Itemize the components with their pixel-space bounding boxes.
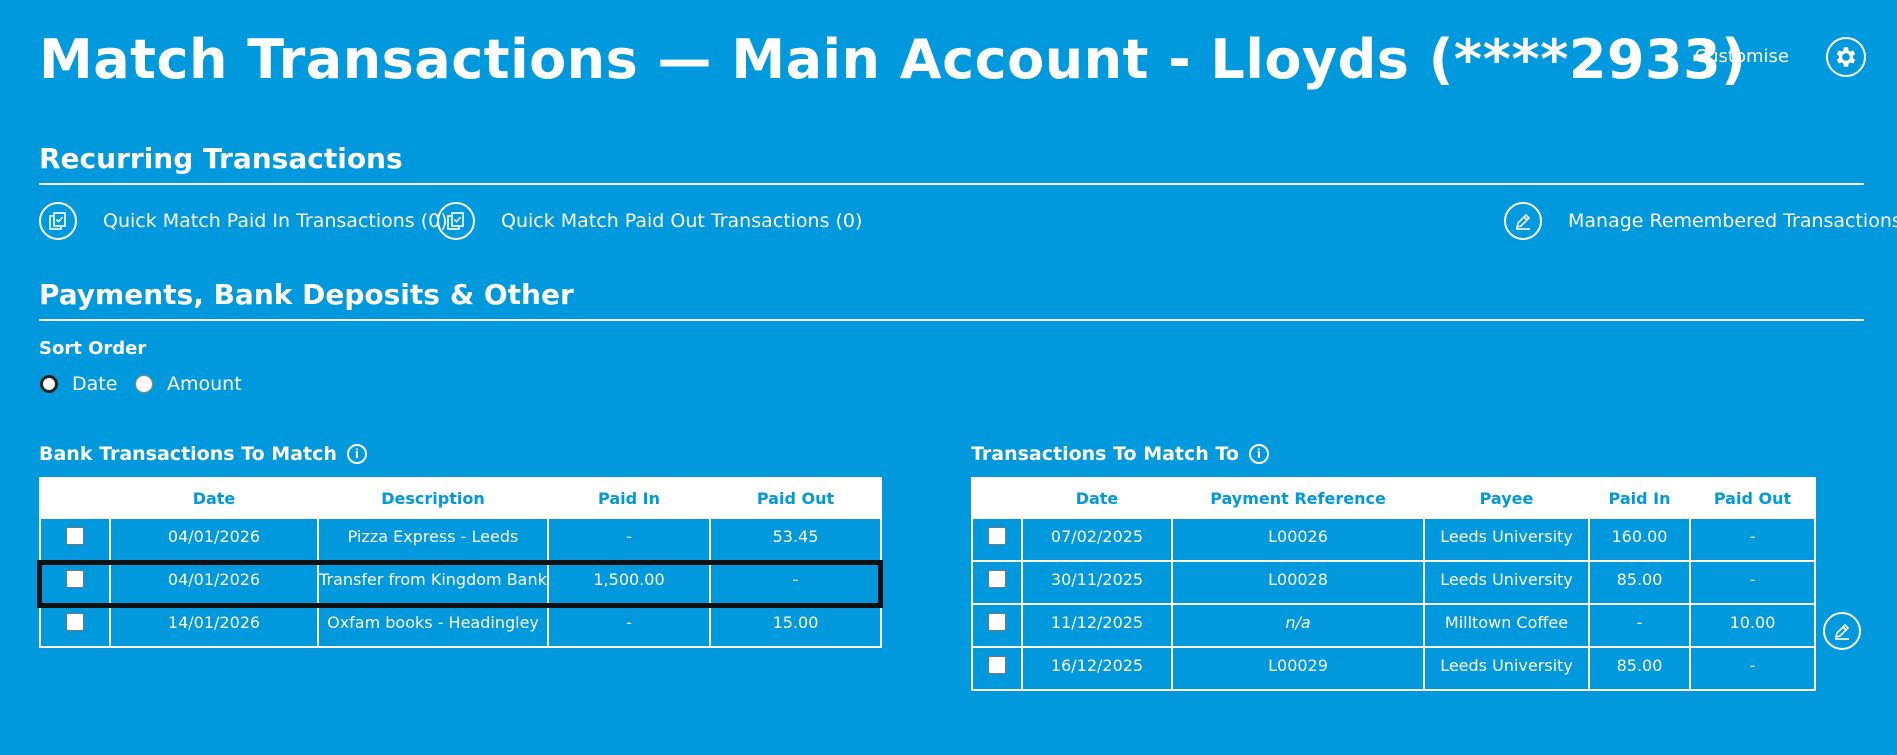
cell-paid-out: 10.00 (1689, 603, 1816, 648)
bank-table-title-text: Bank Transactions To Match (39, 443, 337, 465)
table-row[interactable]: 11/12/2025 n/a Milltown Coffee - 10.00 (971, 603, 1816, 648)
sort-amount-radio[interactable]: Amount (135, 373, 242, 395)
gear-icon (1836, 47, 1856, 67)
manage-remembered-label: Manage Remembered Transactions (1568, 210, 1897, 232)
row-checkbox[interactable] (988, 656, 1006, 674)
cell-reference: L00029 (1171, 646, 1425, 691)
column-header[interactable]: Paid In (1588, 477, 1691, 519)
cell-date: 14/01/2026 (109, 603, 319, 648)
column-header[interactable]: Paid Out (709, 477, 882, 519)
row-checkbox[interactable] (988, 570, 1006, 588)
cell-payee: Leeds University (1423, 517, 1590, 562)
cell-date: 04/01/2026 (109, 517, 319, 562)
table-row[interactable]: 30/11/2025 L00028 Leeds University 85.00… (971, 560, 1816, 605)
cell-description: Pizza Express - Leeds (317, 517, 549, 562)
radio-button-selected[interactable] (40, 375, 58, 393)
bank-transactions-table: Date Description Paid In Paid Out 04/01/… (39, 477, 882, 648)
cell-paid-out: - (1689, 517, 1816, 562)
cell-date: 04/01/2026 (109, 560, 319, 605)
row-checkbox[interactable] (66, 570, 84, 588)
cell-paid-out: - (709, 560, 882, 605)
quick-match-out-icon (437, 202, 475, 240)
sort-date-radio[interactable]: Date (40, 373, 117, 395)
cell-payee: Milltown Coffee (1423, 603, 1590, 648)
cell-paid-in: - (547, 603, 711, 648)
info-icon[interactable]: i (1248, 444, 1269, 464)
table-row[interactable]: 07/02/2025 L00026 Leeds University 160.0… (971, 517, 1816, 562)
customise-link[interactable]: Customise (1695, 46, 1789, 67)
cell-date: 11/12/2025 (1021, 603, 1173, 648)
column-header[interactable]: Description (317, 477, 549, 519)
cell-description: Oxfam books - Headingley (317, 603, 549, 648)
cell-paid-in: 1,500.00 (547, 560, 711, 605)
cell-description: Transfer from Kingdom Bank (317, 560, 549, 605)
page-title: Match Transactions — Main Account - Lloy… (39, 28, 1747, 91)
quick-match-in-label: Quick Match Paid In Transactions (0) (103, 210, 448, 232)
edit-icon (1834, 623, 1850, 640)
quick-match-in-icon (39, 202, 77, 240)
divider (39, 319, 1864, 321)
edit-icon (1504, 202, 1542, 240)
match-table-title-text: Transactions To Match To (971, 443, 1239, 465)
cell-reference: L00028 (1171, 560, 1425, 605)
cell-payee: Leeds University (1423, 560, 1590, 605)
quick-match-paid-out-button[interactable]: Quick Match Paid Out Transactions (0) (437, 200, 862, 242)
radio-button[interactable] (135, 375, 153, 393)
cell-date: 30/11/2025 (1021, 560, 1173, 605)
column-header[interactable]: Paid In (547, 477, 711, 519)
cell-paid-out: 15.00 (709, 603, 882, 648)
row-checkbox[interactable] (988, 527, 1006, 545)
column-header (39, 477, 111, 519)
cell-payee: Leeds University (1423, 646, 1590, 691)
column-header[interactable]: Payee (1423, 477, 1590, 519)
table-row[interactable]: 04/01/2026 Pizza Express - Leeds - 53.45 (39, 517, 882, 562)
table-header-row: Date Payment Reference Payee Paid In Pai… (971, 477, 1816, 519)
column-header[interactable]: Paid Out (1689, 477, 1816, 519)
column-header[interactable]: Date (1021, 477, 1173, 519)
sort-option-date: Date (72, 373, 118, 395)
table-row[interactable]: 04/01/2026 Transfer from Kingdom Bank 1,… (39, 560, 882, 605)
cell-paid-in: - (547, 517, 711, 562)
row-checkbox[interactable] (66, 613, 84, 631)
sort-order-label: Sort Order (39, 338, 147, 359)
edit-transaction-button[interactable] (1823, 612, 1861, 650)
cell-paid-out: 53.45 (709, 517, 882, 562)
match-table-title: Transactions To Match To i (971, 443, 1269, 465)
payments-title: Payments, Bank Deposits & Other (39, 278, 574, 311)
quick-match-out-label: Quick Match Paid Out Transactions (0) (501, 210, 863, 232)
cell-reference: n/a (1171, 603, 1425, 648)
sort-option-amount: Amount (167, 373, 242, 395)
cell-date: 16/12/2025 (1021, 646, 1173, 691)
cell-paid-in: 85.00 (1588, 646, 1691, 691)
match-transactions-table: Date Payment Reference Payee Paid In Pai… (971, 477, 1816, 691)
cell-paid-out: - (1689, 560, 1816, 605)
quick-match-paid-in-button[interactable]: Quick Match Paid In Transactions (0) (39, 200, 448, 242)
bank-table-title: Bank Transactions To Match i (39, 443, 367, 465)
divider (39, 183, 1864, 185)
cell-date: 07/02/2025 (1021, 517, 1173, 562)
cell-paid-in: - (1588, 603, 1691, 648)
manage-remembered-button[interactable]: Manage Remembered Transactions (1504, 200, 1897, 242)
cell-paid-in: 85.00 (1588, 560, 1691, 605)
recurring-title: Recurring Transactions (39, 142, 403, 175)
cell-reference: L00026 (1171, 517, 1425, 562)
column-header[interactable]: Date (109, 477, 319, 519)
info-icon[interactable]: i (346, 444, 367, 464)
row-checkbox[interactable] (988, 613, 1006, 631)
table-row[interactable]: 14/01/2026 Oxfam books - Headingley - 15… (39, 603, 882, 648)
table-row[interactable]: 16/12/2025 L00029 Leeds University 85.00… (971, 646, 1816, 691)
cell-paid-in: 160.00 (1588, 517, 1691, 562)
row-checkbox[interactable] (66, 527, 84, 545)
cell-paid-out: - (1689, 646, 1816, 691)
column-header[interactable]: Payment Reference (1171, 477, 1425, 519)
customise-button[interactable] (1826, 37, 1866, 77)
table-header-row: Date Description Paid In Paid Out (39, 477, 882, 519)
column-header (971, 477, 1023, 519)
